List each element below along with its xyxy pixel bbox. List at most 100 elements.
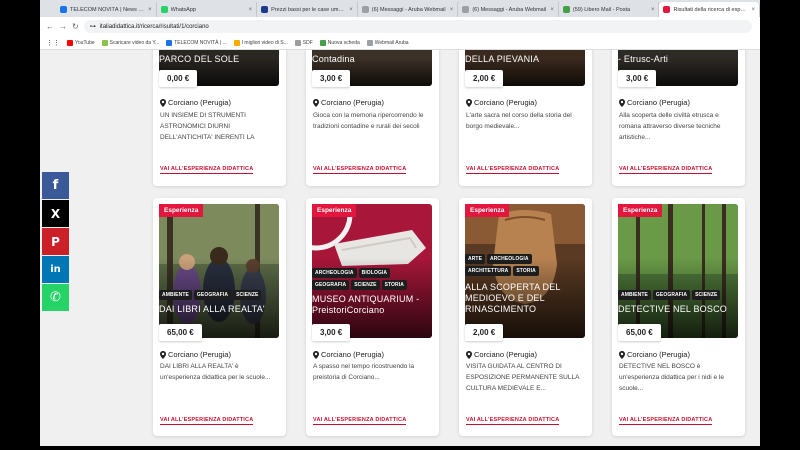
bookmark-item[interactable]: YouTube — [67, 39, 95, 46]
close-icon[interactable]: × — [349, 7, 353, 13]
back-icon[interactable]: ← — [46, 22, 54, 31]
url-text: italiadidattica.it/ricerca/risultati/1/c… — [99, 23, 209, 30]
card-tags: AMBIENTE GEOGRAFIA SCIENZE — [618, 290, 730, 300]
bookmark-label: TELECOM NOVITÀ | ... — [174, 39, 227, 46]
experience-card[interactable]: - Etrusc-Arti 3,00 € Corciano (Perugia) … — [612, 50, 745, 186]
pinterest-share-button[interactable]: P — [42, 228, 69, 255]
card-location: Corciano (Perugia) — [619, 98, 690, 107]
close-icon[interactable]: × — [450, 7, 454, 13]
whatsapp-share-button[interactable]: ✆ — [42, 284, 69, 311]
experience-card[interactable]: Esperienza ARCHEOLOGIA BIOLOGIA GEOGRAFI… — [306, 198, 439, 436]
tag[interactable]: AMBIENTE — [618, 290, 651, 300]
tag[interactable]: STORIA — [381, 280, 407, 290]
bookmark-label: I migliori video di S... — [241, 39, 288, 46]
facebook-share-button[interactable]: f — [42, 172, 69, 199]
location-label: Corciano (Perugia) — [627, 350, 690, 359]
bookmark-item[interactable]: I migliori video di S... — [233, 39, 288, 46]
tab-favicon — [562, 6, 570, 13]
bookmark-item[interactable]: Scaricare video da Y... — [101, 39, 159, 46]
forward-icon[interactable]: → — [59, 22, 67, 31]
browser-tab-active[interactable]: Risultati della ricerca di esperi... × — [659, 2, 760, 17]
browser-window: TELECOM NOVITÀ | News Espo...× WhatsApp×… — [40, 0, 760, 446]
tag[interactable]: GEOGRAFIA — [193, 290, 232, 300]
tab-favicon — [462, 6, 470, 13]
browser-tab[interactable]: TELECOM NOVITÀ | News Espo...× — [56, 2, 157, 17]
tag[interactable]: SCIENZE — [692, 290, 721, 300]
tab-title: WhatsApp — [170, 6, 196, 13]
card-cta-link[interactable]: VAI ALL'ESPERIENZA DIDATTICA — [466, 417, 560, 425]
tag[interactable]: SCIENZE — [233, 290, 262, 300]
location-label: Corciano (Perugia) — [321, 98, 384, 107]
close-icon[interactable]: × — [752, 7, 756, 13]
card-badge: Esperienza — [159, 204, 204, 217]
card-description: Gioca con la memoria ripercorrendo le tr… — [313, 112, 424, 130]
url-input[interactable]: ⊶ italiadidattica.it/ricerca/risultati/1… — [83, 20, 752, 33]
card-cta-link[interactable]: VAI ALL'ESPERIENZA DIDATTICA — [619, 417, 713, 425]
close-icon[interactable]: × — [148, 7, 152, 13]
browser-tab[interactable]: Prezzi bassi per le case umbri... × — [257, 2, 358, 17]
tag[interactable]: AMBIENTE — [159, 290, 192, 300]
tab-title: TELECOM NOVITÀ | News Espo... — [70, 6, 145, 13]
tag[interactable]: ARTE — [465, 254, 486, 264]
tag[interactable]: ARCHITETTURA — [465, 266, 512, 276]
browser-tab[interactable]: WhatsApp × — [157, 2, 258, 17]
linkedin-share-button[interactable]: in — [42, 256, 69, 283]
browser-tab[interactable]: (6) Messaggi - Aruba Webmail × — [458, 2, 559, 17]
card-price: 2,00 € — [465, 324, 504, 341]
card-price: 3,00 € — [618, 70, 657, 87]
experience-card[interactable]: DELLA PIEVANIA 2,00 € Corciano (Perugia)… — [459, 50, 592, 186]
card-tags: AMBIENTE GEOGRAFIA SCIENZE — [159, 290, 271, 300]
bookmark-item[interactable]: SDF — [294, 39, 313, 46]
card-location: Corciano (Perugia) — [160, 350, 231, 359]
bookmark-favicon — [319, 39, 326, 46]
browser-tab[interactable]: (6) Messaggi - Aruba Webmail × — [358, 2, 459, 17]
card-cta-link[interactable]: VAI ALL'ESPERIENZA DIDATTICA — [313, 166, 407, 174]
card-title: DELLA PIEVANIA — [465, 54, 540, 64]
card-image — [159, 204, 279, 338]
experience-card[interactable]: Esperienza AMBIENTE GEOGRAFIA SCIENZE DE… — [612, 198, 745, 436]
card-title: PARCO DEL SOLE — [159, 54, 240, 64]
bookmark-favicon — [166, 39, 173, 46]
card-image — [618, 204, 738, 338]
tag[interactable]: GEOGRAFIA — [652, 290, 691, 300]
experience-card[interactable]: PARCO DEL SOLE 0,00 € Corciano (Perugia)… — [153, 50, 286, 186]
reload-icon[interactable]: ↻ — [72, 22, 79, 31]
close-icon[interactable]: × — [651, 7, 655, 13]
close-icon[interactable]: × — [249, 7, 253, 13]
apps-icon[interactable]: ⋮⋮ — [46, 39, 60, 47]
tag[interactable]: STORIA — [513, 266, 539, 276]
experience-card[interactable]: Esperienza AMBIENTE GEOGRAFIA SCIENZE DA… — [153, 198, 286, 436]
card-cta-link[interactable]: VAI ALL'ESPERIENZA DIDATTICA — [160, 166, 254, 174]
bookmark-favicon — [294, 39, 301, 46]
tab-title: (59) Libero Mail - Posta — [572, 6, 631, 13]
browser-tab[interactable]: (59) Libero Mail - Posta × — [559, 2, 660, 17]
bookmark-label: Webmail Aruba — [374, 39, 409, 46]
bookmarks-bar: ⋮⋮ YouTube Scaricare video da Y... TELEC… — [40, 36, 760, 50]
card-location: Corciano (Perugia) — [619, 350, 690, 359]
experience-card[interactable]: Esperienza ARTE ARCHEOLOGIA ARCHITETTURA… — [459, 198, 592, 436]
bookmark-item[interactable]: TELECOM NOVITÀ | ... — [166, 39, 227, 46]
card-title: DETECTIVE NEL BOSCO — [618, 304, 727, 314]
bookmark-item[interactable]: Nuova scheda — [319, 39, 360, 46]
experience-card[interactable]: Contadina 3,00 € Corciano (Perugia) Gioc… — [306, 50, 439, 186]
close-icon[interactable]: × — [550, 7, 554, 13]
map-pin-icon — [619, 350, 625, 359]
bookmark-item[interactable]: Webmail Aruba — [366, 39, 409, 46]
tab-title: (6) Messaggi - Aruba Webmail — [472, 6, 547, 13]
x-share-button[interactable]: X — [42, 200, 69, 227]
card-badge: Esperienza — [312, 204, 357, 217]
tab-favicon — [261, 6, 269, 13]
tag[interactable]: ARCHEOLOGIA — [487, 254, 532, 264]
card-cta-link[interactable]: VAI ALL'ESPERIENZA DIDATTICA — [466, 166, 560, 174]
site-info-icon[interactable]: ⊶ — [90, 23, 96, 30]
tag[interactable]: ARCHEOLOGIA — [312, 268, 357, 278]
card-cta-link[interactable]: VAI ALL'ESPERIENZA DIDATTICA — [313, 417, 407, 425]
tag[interactable]: BIOLOGIA — [358, 268, 391, 278]
bookmark-label: Nuova scheda — [327, 39, 360, 46]
tag[interactable]: SCIENZE — [351, 280, 380, 290]
tab-title: Prezzi bassi per le case umbri... — [271, 6, 347, 13]
card-cta-link[interactable]: VAI ALL'ESPERIENZA DIDATTICA — [619, 166, 713, 174]
card-cta-link[interactable]: VAI ALL'ESPERIENZA DIDATTICA — [160, 417, 254, 425]
tab-title: (6) Messaggi - Aruba Webmail — [371, 6, 446, 13]
tag[interactable]: GEOGRAFIA — [312, 280, 350, 290]
